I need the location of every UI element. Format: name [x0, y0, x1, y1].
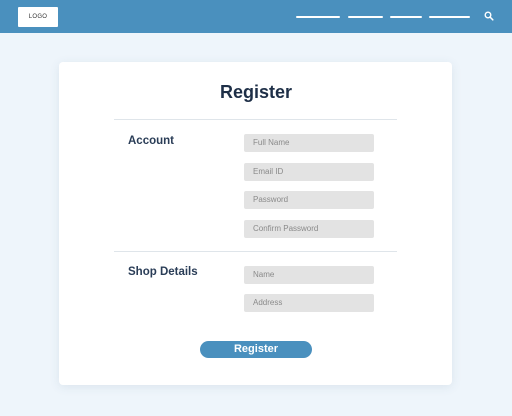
section-divider — [114, 251, 397, 252]
section-label-account: Account — [128, 135, 174, 147]
address-field[interactable]: Address — [244, 294, 374, 312]
password-field[interactable]: Password — [244, 191, 374, 209]
nav-link-2[interactable] — [348, 16, 383, 18]
top-nav-bar: LOGO — [0, 0, 512, 33]
full-name-field[interactable]: Full Name — [244, 134, 374, 152]
section-label-shop-details: Shop Details — [128, 266, 198, 278]
confirm-password-field[interactable]: Confirm Password — [244, 220, 374, 238]
page-title: Register — [219, 82, 293, 102]
register-button[interactable]: Register — [200, 341, 312, 358]
logo[interactable]: LOGO — [18, 7, 58, 27]
nav-link-3[interactable] — [390, 16, 422, 18]
email-field[interactable]: Email ID — [244, 163, 374, 181]
nav-link-4[interactable] — [429, 16, 470, 18]
nav-link-1[interactable] — [296, 16, 340, 18]
title-divider — [114, 119, 397, 120]
search-icon[interactable] — [484, 11, 494, 21]
shop-name-field[interactable]: Name — [244, 266, 374, 284]
